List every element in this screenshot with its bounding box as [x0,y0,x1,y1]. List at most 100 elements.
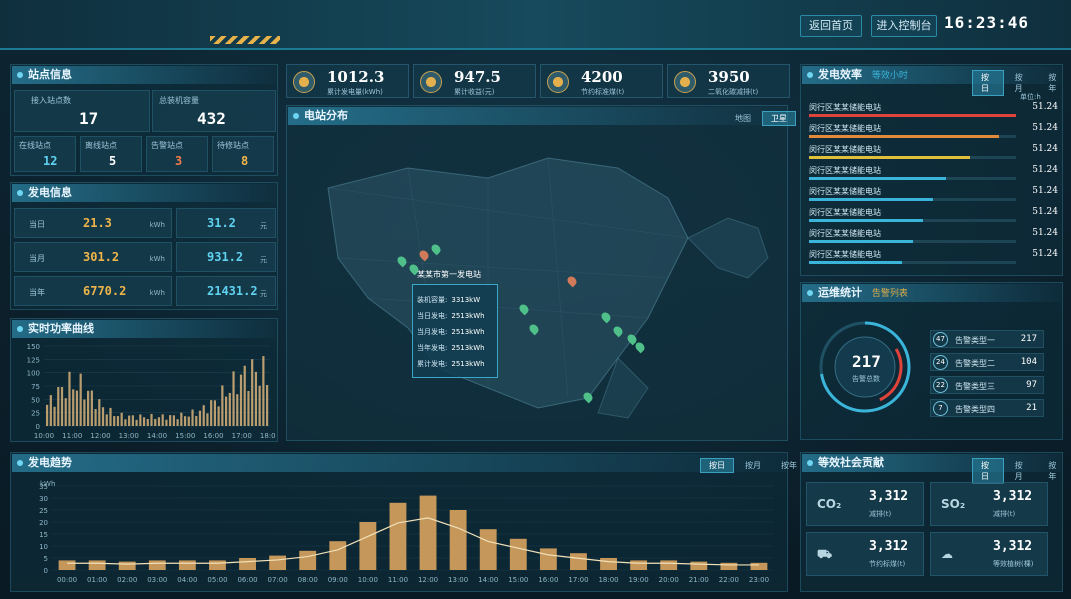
site-stat-label: 告警站点 [151,141,183,150]
tab-by-year[interactable]: 按年 [1039,70,1071,96]
power-bar [150,413,153,426]
trend-y-tick: 30 [39,495,48,503]
site-stat-label: 待修站点 [217,141,249,150]
maintenance-row[interactable]: 7 告警类型四 21 [930,399,1044,417]
power-x-tick: 18:00 [260,432,276,440]
trend-y-tick: 5 [44,555,48,563]
efficiency-title-text: 发电效率 [818,68,862,81]
gen-revenue-cell: 21431.2 元 [176,276,276,306]
efficiency-row[interactable]: 闵行区某某储能电站 51.24 [805,144,1060,162]
efficiency-row[interactable]: 闵行区某某储能电站 51.24 [805,186,1060,204]
efficiency-row[interactable]: 闵行区某某储能电站 51.24 [805,249,1060,267]
power-x-tick: 14:00 [147,432,167,440]
maintenance-row[interactable]: 24 告警类型二 104 [930,353,1044,371]
power-bar [258,385,261,426]
kpi-value: 3950 [708,68,750,86]
tab-satellite[interactable]: 卫星 [762,111,796,126]
trend-x-tick: 07:00 [268,576,288,584]
social-label: 节约标煤(t) [869,560,906,568]
site-stat-card: 离线站点 5 [80,136,142,172]
tab-social-day[interactable]: 按日 [972,458,1004,484]
tab-social-year[interactable]: 按年 [1039,458,1071,484]
power-bar [262,356,265,426]
site-stat-value: 8 [241,154,249,168]
tooltip-row: 装机容量: 3313kW [417,295,497,309]
site-stat-card: 待修站点 8 [212,136,274,172]
tab-map[interactable]: 地图 [726,111,760,126]
trend-x-tick: 22:00 [719,576,739,584]
power-bar [57,387,60,426]
trend-y-tick: 25 [39,507,48,515]
power-bar [87,390,90,426]
efficiency-value: 51.24 [1032,102,1058,112]
efficiency-bar [809,156,971,159]
power-bar [131,415,134,426]
tab-social-month[interactable]: 按月 [1006,458,1038,484]
power-bar [232,371,235,426]
back-home-button[interactable]: 返回首页 [800,15,862,37]
installed-sites-value: 17 [79,109,99,128]
gen-info-title: 发电信息 [12,184,276,202]
efficiency-row[interactable]: 闵行区某某储能电站 51.24 [805,123,1060,141]
maintenance-row[interactable]: 47 告警类型一 217 [930,330,1044,348]
social-label: 减排(t) [993,510,1016,518]
gen-period-label: 当月 [29,254,45,263]
trend-bar [600,558,617,570]
tab-trend-day[interactable]: 按日 [700,458,734,473]
trend-bar [389,502,407,570]
kpi-label: 累计收益(元) [454,88,495,96]
power-bar [239,374,243,426]
tooltip-value: 2513kWh [451,312,485,320]
power-bar [90,390,93,426]
trend-x-tick: 04:00 [177,576,197,584]
maintenance-row[interactable]: 22 告警类型三 97 [930,376,1044,394]
power-bar [135,419,138,426]
trend-x-tick: 15:00 [508,576,528,584]
power-bar [161,414,164,426]
alarm-total-label: 告警总数 [852,375,880,383]
efficiency-bar-track [809,219,1016,222]
enter-console-button[interactable]: 进入控制台 [871,15,937,37]
trend-bar [690,561,708,570]
efficiency-row[interactable]: 闵行区某某储能电站 51.24 [805,207,1060,225]
capacity-value: 432 [197,109,226,128]
tab-by-day[interactable]: 按日 [972,70,1004,96]
efficiency-row[interactable]: 闵行区某某储能电站 51.24 [805,165,1060,183]
efficiency-bar [809,240,913,243]
power-bar [165,419,168,426]
alarm-type-label: 告警类型一 [955,336,995,345]
trend-y-tick: 20 [39,519,48,527]
trend-bar [299,550,317,570]
power-bar [210,400,213,426]
installed-sites-label: 接入站点数 [31,96,71,105]
tooltip-key: 装机容量: [417,296,448,304]
trend-x-tick: 00:00 [57,576,77,584]
power-bar [120,412,123,426]
power-y-tick: 75 [31,383,40,391]
efficiency-row[interactable]: 闵行区某某储能电站 51.24 [805,228,1060,246]
tab-trend-month[interactable]: 按月 [736,458,770,473]
gen-revenue-value: 31.2 [207,216,236,230]
power-bar [68,371,71,426]
power-bar [128,415,131,426]
gen-info-row: 当年 6770.2 kWh 21431.2 元 [14,276,276,306]
power-bar [146,418,149,426]
efficiency-row[interactable]: 闵行区某某储能电站 51.24 [805,102,1060,120]
power-bar [198,410,202,426]
trend-x-tick: 12:00 [418,576,438,584]
site-stat-value: 12 [43,154,58,168]
trend-bar [329,541,347,570]
power-bar [75,390,79,426]
power-bar [101,407,105,426]
power-bar [64,398,67,426]
power-bar [79,373,82,426]
maintenance-subtitle: 告警列表 [871,289,908,299]
tooltip-value: 2513kWh [451,344,485,352]
trend-x-tick: 05:00 [207,576,227,584]
gen-energy-cell: 当年 6770.2 kWh [14,276,172,306]
efficiency-station-name: 闵行区某某储能电站 [809,229,881,238]
efficiency-bar [809,135,1000,138]
power-bar [217,406,220,426]
alarm-type-value: 21 [1026,403,1037,413]
kpi-card: 1012.3 累计发电量(kWh) [286,64,409,98]
